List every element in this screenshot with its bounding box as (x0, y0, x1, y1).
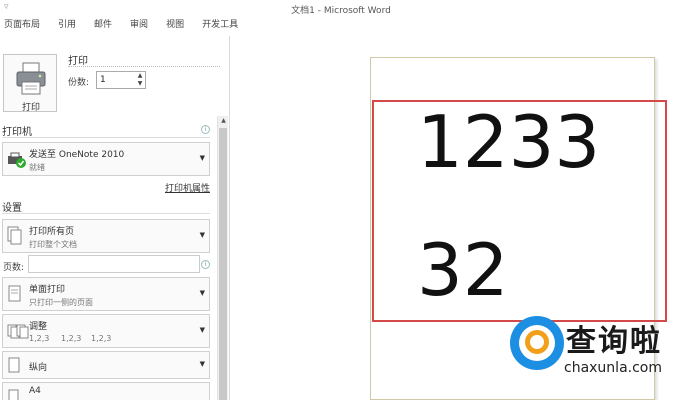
tab-mailings[interactable]: 邮件 (94, 18, 112, 36)
paper-icon (8, 389, 19, 400)
collate-icon (7, 324, 29, 339)
print-button[interactable]: 打印 (3, 54, 57, 113)
document-pages-icon (7, 226, 22, 245)
sides-label: 单面打印 (29, 285, 66, 295)
collate-label: 调整 (29, 322, 48, 332)
tab-review[interactable]: 审阅 (130, 18, 148, 36)
divider (68, 66, 220, 67)
info-icon[interactable]: i (201, 125, 210, 134)
paper-size-select[interactable]: A4 (2, 382, 210, 400)
copies-stepper[interactable]: ▲ ▼ (135, 72, 145, 88)
print-range-desc: 打印整个文档 (29, 240, 77, 249)
info-icon[interactable]: i (201, 260, 210, 269)
chevron-down-icon: ▼ (199, 154, 205, 162)
collate-sequence: 1,2,3 (61, 334, 82, 343)
settings-scrollbar[interactable]: ▲ (217, 116, 228, 400)
pages-input[interactable] (28, 255, 200, 273)
settings-section-title: 设置 (2, 203, 22, 214)
scroll-thumb[interactable] (219, 128, 227, 400)
collate-sequence: 1,2,3 (91, 334, 112, 343)
orientation-label: 纵向 (29, 363, 48, 373)
watermark-q-icon (525, 330, 549, 354)
pages-label: 页数: (3, 263, 25, 273)
printer-name: 发送至 OneNote 2010 (29, 150, 125, 160)
tab-developer[interactable]: 开发工具 (202, 18, 238, 36)
tab-references[interactable]: 引用 (58, 18, 76, 36)
chevron-down-icon: ▼ (199, 289, 205, 297)
collate-select[interactable]: 调整 1,2,3 1,2,3 1,2,3 ▼ (2, 314, 210, 348)
printer-select[interactable]: 发送至 OneNote 2010 就绪 ▼ (2, 142, 210, 176)
paper-size-label: A4 (29, 386, 41, 396)
portrait-icon (8, 357, 20, 373)
tab-view[interactable]: 视图 (166, 18, 184, 36)
watermark-brand-cn: 查询啦 (566, 324, 662, 359)
window-title: 文档1 - Microsoft Word (291, 6, 391, 16)
print-range-label: 打印所有页 (29, 227, 75, 237)
printer-ready-icon (8, 152, 26, 168)
divider (2, 213, 210, 214)
printer-status: 就绪 (29, 163, 45, 172)
stepper-up-icon[interactable]: ▲ (135, 72, 145, 80)
sides-select[interactable]: 单面打印 只打印一侧的页面 ▼ (2, 277, 210, 311)
chevron-down-icon: ▼ (199, 326, 205, 334)
print-settings-pane: 打印 打印 份数: ▲ ▼ 打印机 i 发送至 OneNote 2010 就绪 … (0, 36, 230, 400)
print-range-select[interactable]: 打印所有页 打印整个文档 ▼ (2, 219, 210, 253)
tab-layout[interactable]: 页面布局 (4, 18, 40, 36)
stepper-down-icon[interactable]: ▼ (135, 80, 145, 88)
printer-properties-link[interactable]: 打印机属性 (165, 181, 210, 194)
single-sided-icon (8, 285, 21, 302)
print-button-label: 打印 (21, 103, 40, 113)
print-heading: 打印 (68, 56, 88, 67)
ribbon-tabs: 页面布局 引用 邮件 审阅 视图 开发工具 (0, 18, 682, 36)
sides-desc: 只打印一侧的页面 (29, 298, 93, 307)
chevron-down-icon: ▼ (199, 231, 205, 239)
copies-label: 份数: (68, 78, 90, 88)
chevron-down-icon: ▼ (199, 360, 205, 368)
highlight-box (372, 100, 667, 322)
title-bar: ▿ 文档1 - Microsoft Word (0, 0, 682, 18)
scroll-up-icon[interactable]: ▲ (218, 116, 229, 126)
collate-sequence: 1,2,3 (29, 334, 50, 343)
printer-icon (16, 62, 46, 95)
printer-section-title: 打印机 (2, 127, 32, 138)
watermark-brand-en: chaxunla.com (564, 360, 662, 376)
orientation-select[interactable]: 纵向 ▼ (2, 351, 210, 379)
divider (2, 137, 210, 138)
